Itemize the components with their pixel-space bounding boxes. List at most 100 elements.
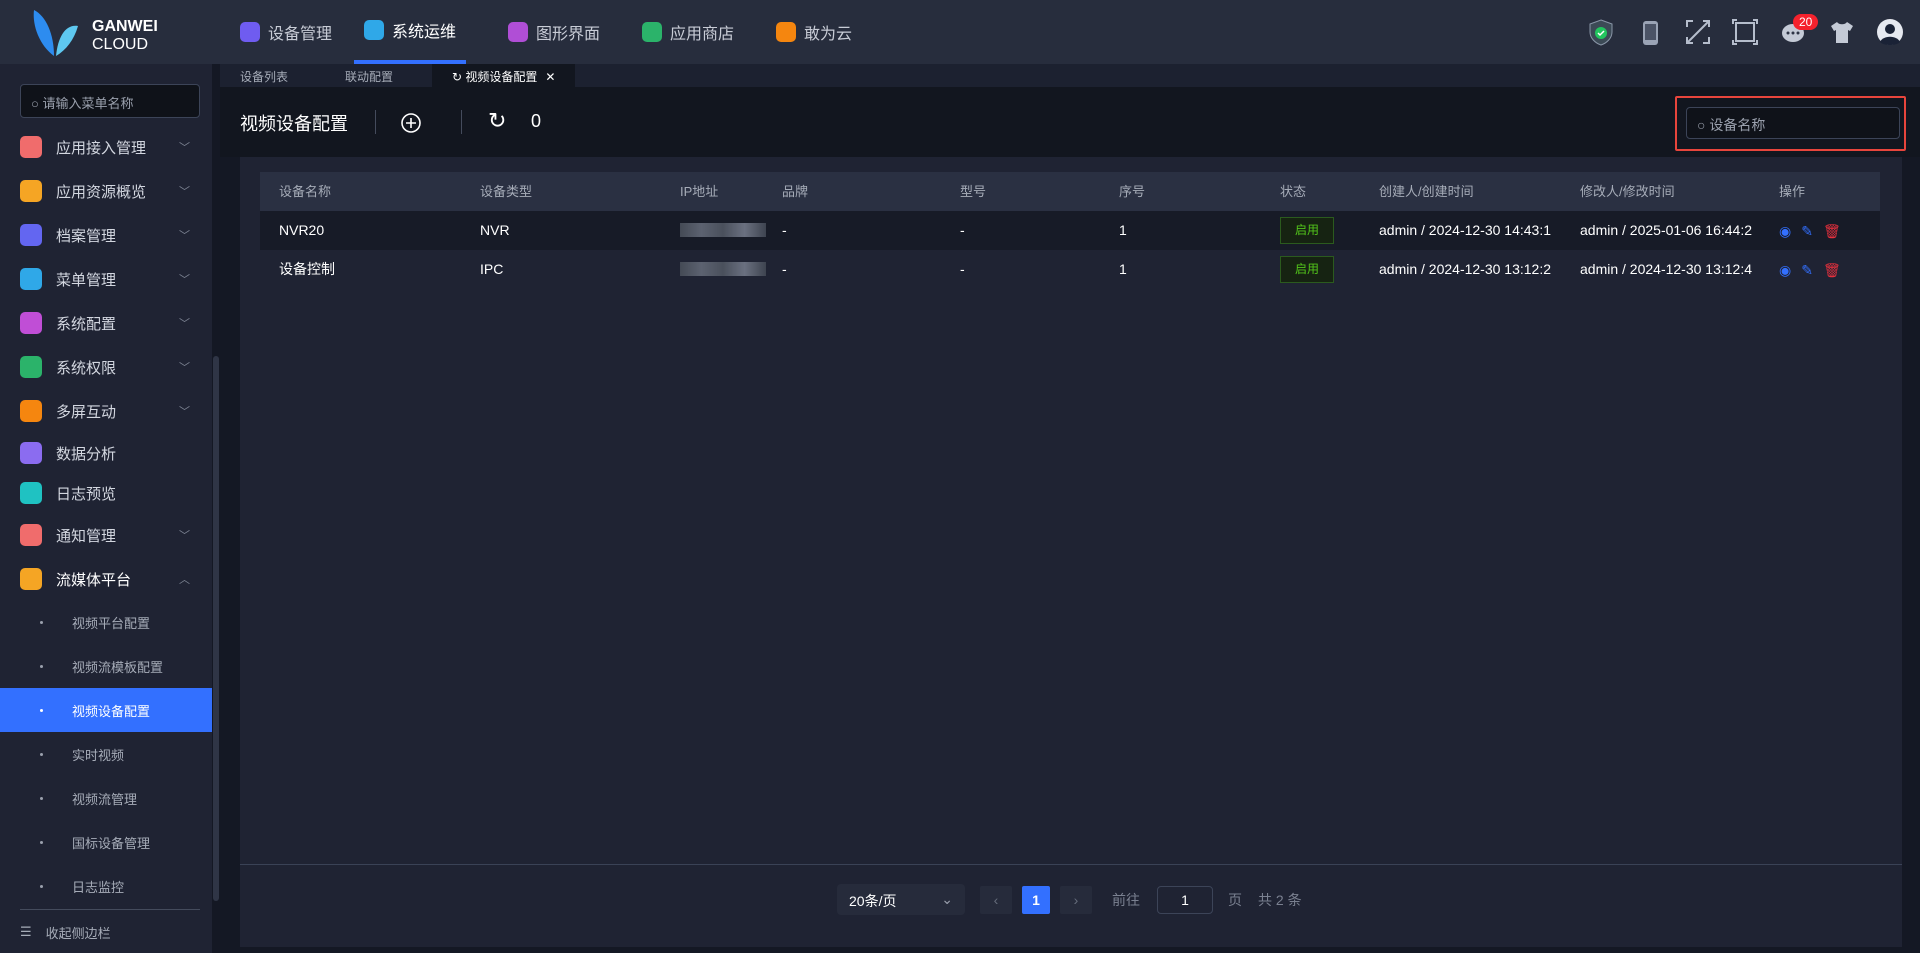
sidebar-subitem-label: 国标设备管理	[72, 835, 151, 851]
nav-ganwei-cloud[interactable]: 敢为云	[766, 0, 862, 64]
nav-system-ops[interactable]: 系统运维	[354, 0, 467, 64]
table-cell: admin / 2024-12-30 14:43:1	[1379, 222, 1552, 238]
ip-address-redacted	[680, 262, 766, 276]
theme-shirt-icon[interactable]	[1828, 18, 1856, 46]
page-size-select[interactable]: 20条/页 ⌄	[837, 884, 965, 915]
chevron-down-icon: ﹀	[179, 530, 190, 542]
sidebar-item[interactable]: 应用资源概览 ﹀	[0, 171, 212, 211]
menu-icon	[20, 268, 42, 290]
divider	[20, 909, 200, 910]
page-title: 视频设备配置	[240, 114, 348, 134]
fullscreen-icon[interactable]	[1684, 18, 1712, 46]
sidebar-subitem[interactable]: 日志监控	[0, 864, 212, 908]
table-cell: 1	[1119, 261, 1127, 277]
bullet-icon	[40, 884, 43, 888]
sidebar-item[interactable]: 日志预览	[0, 473, 212, 513]
menu-icon	[20, 482, 42, 504]
bullet-icon	[40, 840, 43, 844]
sidebar-subitem-label: 视频流管理	[72, 791, 138, 807]
edit-icon[interactable]: ✎	[1801, 223, 1813, 239]
next-page-button[interactable]: ›	[1060, 886, 1092, 914]
message-badge: 20	[1793, 14, 1819, 30]
nav-device-management[interactable]: 设备管理	[230, 0, 342, 64]
avatar[interactable]	[1876, 18, 1904, 46]
prev-page-button[interactable]: ‹	[980, 886, 1012, 914]
sidebar-subitem[interactable]: 视频流管理	[0, 776, 212, 820]
page-1-button[interactable]: 1	[1022, 886, 1050, 914]
menu-icon	[20, 568, 42, 590]
sidebar-item[interactable]: 流媒体平台 ︿	[0, 559, 212, 599]
table-row[interactable]: 设备控制 IPC - - 1 启用 admin / 2024-12-30 13:12:2 ad…	[260, 250, 1880, 289]
shield-check-icon[interactable]	[1587, 18, 1615, 46]
chevron-down-icon: ﹀	[179, 142, 190, 154]
sidebar-item-label: 应用资源概览	[56, 183, 147, 201]
sidebar-item[interactable]: 系统配置 ﹀	[0, 303, 212, 343]
sidebar-subitem-label: 视频设备配置	[72, 703, 151, 719]
chevron-down-icon: ﹀	[179, 186, 190, 198]
column-header: 设备名称	[279, 184, 332, 199]
sidebar-subitem[interactable]: 国标设备管理	[0, 820, 212, 864]
table-cell: admin / 2024-12-30 13:12:2	[1379, 261, 1552, 277]
sidebar-item[interactable]: 数据分析	[0, 433, 212, 473]
sidebar-subitem[interactable]: 视频平台配置	[0, 600, 212, 644]
refresh-icon: ↻	[452, 70, 466, 84]
cloud-icon	[776, 22, 796, 42]
sidebar-subitem[interactable]: 视频设备配置	[0, 688, 212, 732]
sidebar-item-label: 通知管理	[56, 527, 117, 545]
tab-linkage-config[interactable]: 联动配置	[325, 64, 413, 87]
column-header: 操作	[1779, 184, 1806, 199]
sidebar-subitem[interactable]: 视频流模板配置	[0, 644, 212, 688]
add-icon[interactable]	[400, 112, 422, 134]
menu-icon	[20, 180, 42, 202]
view-icon[interactable]: ◉	[1779, 262, 1791, 278]
sidebar-item-label: 流媒体平台	[56, 571, 132, 589]
sidebar-subitem[interactable]: 实时视频	[0, 732, 212, 776]
toolbar: 视频设备配置 ↻ 0	[220, 87, 1920, 157]
device-name-search-input[interactable]: ○ 设备名称	[1686, 107, 1900, 139]
table-cell: IPC	[480, 261, 504, 277]
menu-search-input[interactable]: ○ 请输入菜单名称	[20, 84, 200, 118]
sidebar-item[interactable]: 多屏互动 ﹀	[0, 391, 212, 431]
bullet-icon	[40, 620, 43, 624]
tab-device-list[interactable]: 设备列表	[220, 64, 308, 87]
view-icon[interactable]: ◉	[1779, 223, 1791, 239]
total-count: 共 2 条	[1258, 892, 1302, 908]
close-icon[interactable]: ✕	[545, 70, 555, 84]
chevron-up-icon: ︿	[179, 574, 190, 586]
search-icon: ○	[31, 96, 43, 111]
nav-app-store[interactable]: 应用商店	[632, 0, 744, 64]
chevron-down-icon: ﹀	[179, 274, 190, 286]
sidebar-subitem-label: 日志监控	[72, 879, 125, 895]
sidebar-item-label: 系统配置	[56, 315, 117, 333]
sidebar-scrollbar[interactable]	[213, 356, 219, 901]
goto-page-input[interactable]: 1	[1157, 886, 1213, 914]
table-cell: NVR20	[279, 222, 325, 238]
sidebar-item[interactable]: 系统权限 ﹀	[0, 347, 212, 387]
sidebar-item[interactable]: 菜单管理 ﹀	[0, 259, 212, 299]
sidebar-item[interactable]: 档案管理 ﹀	[0, 215, 212, 255]
edit-icon[interactable]: ✎	[1801, 262, 1813, 278]
sidebar-item[interactable]: 应用接入管理 ﹀	[0, 127, 212, 167]
nav-graphic-ui[interactable]: 图形界面	[498, 0, 610, 64]
table-row[interactable]: NVR20 NVR - - 1 启用 admin / 2024-12-30 14:43:1 a…	[260, 211, 1880, 250]
sidebar-item-label: 日志预览	[56, 485, 117, 503]
column-header: 序号	[1119, 184, 1146, 199]
delete-icon[interactable]: 🗑	[1823, 223, 1841, 239]
column-header: IP地址	[680, 184, 719, 199]
sidebar-item[interactable]: 通知管理 ﹀	[0, 515, 212, 555]
table-cell: 1	[1119, 222, 1127, 238]
delete-icon[interactable]: 🗑	[1823, 262, 1841, 278]
mobile-icon[interactable]	[1637, 18, 1665, 46]
row-actions: ◉ ✎ 🗑	[1779, 223, 1841, 239]
brand-name: GANWEI CLOUD	[92, 18, 158, 53]
collapse-sidebar-button[interactable]: ☰ 收起侧边栏	[20, 921, 111, 943]
bullet-icon	[40, 796, 43, 800]
menu-icon	[20, 224, 42, 246]
refresh-count: 0	[531, 111, 542, 131]
tab-video-device-config[interactable]: ↻ 视频设备配置 ✕	[432, 64, 576, 87]
tab-bar: 设备列表 联动配置 ↻ 视频设备配置 ✕	[220, 64, 1920, 87]
refresh-button[interactable]: ↻	[488, 108, 506, 134]
screen-frame-icon[interactable]	[1731, 18, 1759, 46]
table-cell: -	[782, 261, 787, 277]
sidebar-item-label: 菜单管理	[56, 271, 117, 289]
